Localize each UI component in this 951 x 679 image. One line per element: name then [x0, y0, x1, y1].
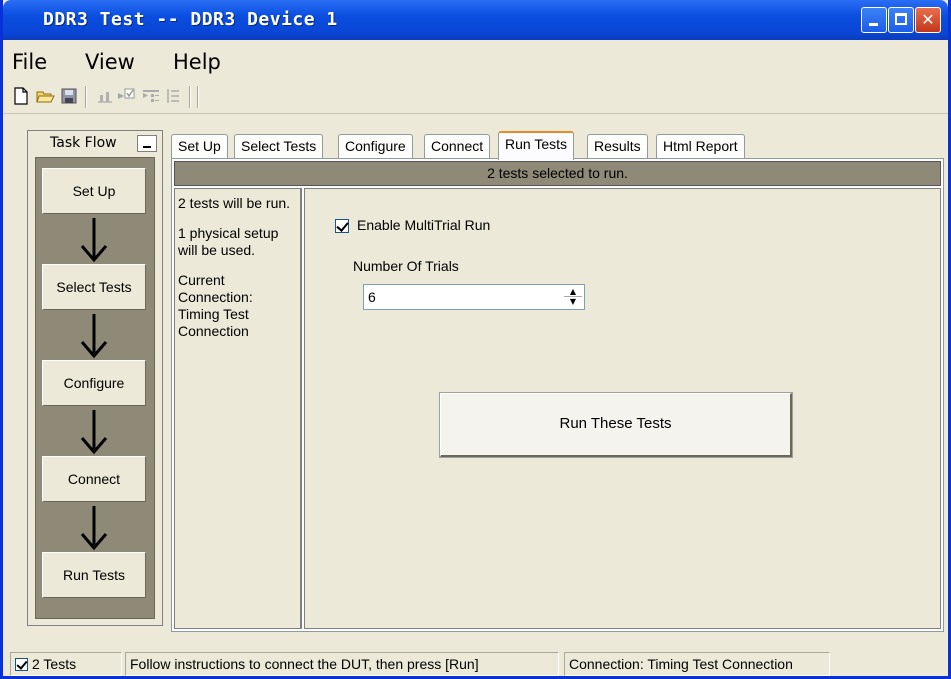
run-these-tests-button[interactable]: Run These Tests [439, 392, 793, 458]
taskflow-setup-button[interactable]: Set Up [42, 168, 146, 214]
multitrial-label[interactable]: Enable MultiTrial Run [357, 217, 490, 233]
status-message: Follow instructions to connect the DUT, … [125, 652, 559, 676]
chart-icon[interactable] [95, 86, 115, 106]
number-of-trials-label: Number Of Trials [353, 258, 459, 274]
physical-setup-text: 1 physical setup will be used. [178, 225, 279, 258]
maximize-icon [895, 13, 907, 25]
status-connection: Connection: Timing Test Connection [564, 652, 830, 676]
taskflow-connect-button[interactable]: Connect [42, 456, 146, 502]
close-icon: ✕ [921, 10, 935, 29]
tab-select-tests[interactable]: Select Tests [234, 134, 324, 159]
number-of-trials-input[interactable] [366, 287, 556, 307]
new-file-icon[interactable] [11, 86, 31, 106]
tab-connect[interactable]: Connect [424, 134, 491, 159]
window-title: DDR3 Test -- DDR3 Device 1 [43, 9, 338, 30]
task-flow-panel: Task Flow Set Up Select Tests Configure … [27, 130, 163, 626]
toolbar-separator [189, 86, 191, 108]
run-options-pane: Enable MultiTrial Run Number Of Trials ▲… [304, 188, 941, 629]
arrow-down-icon [80, 218, 108, 263]
selected-tests-header: 2 tests selected to run. [174, 161, 941, 186]
number-of-trials-stepper[interactable]: ▲ ▼ [363, 284, 585, 310]
tests-count-text: 2 tests will be run. [178, 195, 291, 211]
menu-file[interactable]: File [12, 50, 47, 74]
maximize-button[interactable] [888, 7, 914, 33]
minimize-icon [869, 23, 878, 26]
tab-html-report[interactable]: Html Report [656, 134, 745, 159]
menu-view[interactable]: View [85, 50, 135, 74]
tab-results[interactable]: Results [587, 134, 648, 159]
tests-list-icon[interactable] [141, 86, 161, 106]
task-flow-minimize-button[interactable] [137, 135, 157, 152]
toolbar-separator [85, 86, 87, 108]
close-button[interactable]: ✕ [915, 7, 941, 33]
minimize-button[interactable] [861, 7, 887, 33]
arrow-down-icon [80, 410, 108, 455]
run-info-pane: 2 tests will be run. 1 physical setup wi… [174, 188, 302, 629]
spin-buttons: ▲ ▼ [564, 287, 582, 307]
status-check-icon [15, 658, 28, 671]
menu-help[interactable]: Help [173, 50, 221, 74]
tab-run-tests[interactable]: Run Tests [498, 131, 574, 160]
open-folder-icon[interactable] [35, 86, 55, 106]
tab-strip: Set Up Select Tests Configure Connect Ru… [171, 131, 951, 160]
run-tests-panel: 2 tests selected to run. 2 tests will be… [171, 158, 944, 632]
title-bar[interactable]: DDR3 Test -- DDR3 Device 1 ✕ [3, 0, 948, 40]
status-tests-count: 2 Tests [32, 656, 77, 672]
spin-down-icon[interactable]: ▼ [564, 297, 582, 307]
task-flow-header: Task Flow [28, 131, 162, 155]
spin-up-icon[interactable]: ▲ [564, 287, 582, 297]
task-flow-steps: Set Up Select Tests Configure Connect Ru… [35, 157, 155, 619]
check-run-icon[interactable] [116, 86, 136, 106]
arrow-down-icon [80, 314, 108, 359]
tab-setup[interactable]: Set Up [171, 134, 228, 159]
save-icon[interactable] [59, 86, 79, 106]
status-tests-cell: 2 Tests [10, 652, 122, 676]
list-icon[interactable] [163, 86, 183, 106]
taskflow-select-tests-button[interactable]: Select Tests [42, 264, 146, 310]
current-connection-text: Current Connection: Timing Test Connecti… [178, 272, 253, 339]
taskflow-run-tests-button[interactable]: Run Tests [42, 552, 146, 598]
menu-bar: File View Help [3, 42, 948, 78]
multitrial-checkbox[interactable] [335, 219, 349, 233]
app-window: DDR3 Test -- DDR3 Device 1 ✕ File View H… [0, 0, 951, 679]
tab-configure[interactable]: Configure [338, 134, 413, 159]
taskflow-configure-button[interactable]: Configure [42, 360, 146, 406]
task-flow-title: Task Flow [50, 135, 117, 151]
toolbar-separator [197, 86, 199, 108]
toolbar [3, 80, 948, 114]
arrow-down-icon [80, 506, 108, 551]
status-bar: 2 Tests Follow instructions to connect t… [6, 650, 948, 676]
